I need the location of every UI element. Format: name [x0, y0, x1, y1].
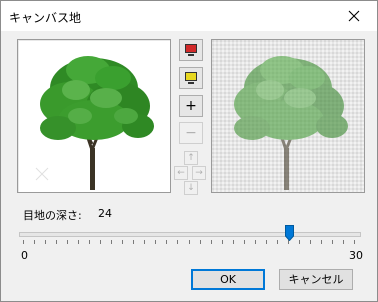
original-preview[interactable] — [17, 39, 171, 193]
fit-view-button[interactable] — [179, 39, 203, 61]
arrow-down-icon: ↓ — [187, 183, 195, 193]
filtered-preview[interactable] — [211, 39, 365, 193]
zoom-in-icon: + — [185, 98, 197, 114]
actual-size-button[interactable] — [179, 67, 203, 89]
depth-value: 24 — [98, 207, 112, 220]
title-bar: キャンバス地 — [1, 1, 377, 31]
tree-image-original — [35, 56, 154, 191]
pan-right-button[interactable]: → — [192, 166, 206, 180]
arrow-right-icon: → — [195, 168, 203, 178]
pan-left-button[interactable]: ← — [174, 166, 188, 180]
pan-down-button[interactable]: ↓ — [184, 181, 198, 195]
depth-slider-track[interactable] — [19, 232, 361, 237]
canvas-dialog: キャンバス地 + − ↑ ← → ↓ 目地の深さ: 24 0 30 OK キャン… — [0, 0, 378, 302]
depth-slider-thumb[interactable] — [284, 225, 294, 241]
cancel-button[interactable]: キャンセル — [279, 269, 353, 290]
zoom-in-button[interactable]: + — [179, 95, 203, 117]
arrow-left-icon: ← — [177, 168, 185, 178]
monitor-yellow-icon — [185, 72, 197, 84]
monitor-red-icon — [185, 44, 197, 56]
close-icon — [348, 10, 360, 22]
depth-label: 目地の深さ: — [23, 209, 82, 222]
tree-image-canvas-texture — [212, 40, 364, 192]
slider-min-label: 0 — [21, 249, 28, 262]
arrow-up-icon: ↑ — [187, 153, 195, 163]
pan-up-button[interactable]: ↑ — [184, 151, 198, 165]
dialog-title: キャンバス地 — [9, 11, 82, 25]
zoom-out-button[interactable]: − — [179, 122, 203, 144]
slider-ticks — [23, 240, 355, 244]
close-button[interactable] — [331, 1, 377, 31]
slider-max-label: 30 — [349, 249, 363, 262]
zoom-out-icon: − — [185, 125, 197, 141]
ok-button[interactable]: OK — [191, 269, 265, 290]
